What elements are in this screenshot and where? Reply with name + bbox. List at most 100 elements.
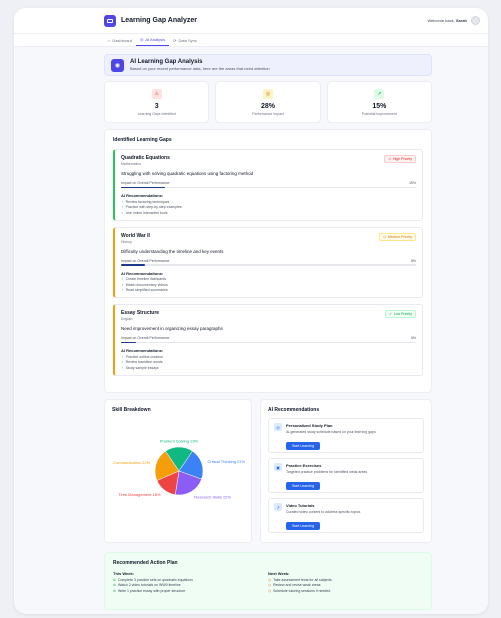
impact-bar-fill — [121, 186, 166, 188]
stat-card-gaps: ⚠ 3 Learning Gaps Identified — [104, 81, 210, 123]
impact-bar — [121, 264, 416, 266]
action-plan: Recommended Action Plan This Week: ⊘ Comp… — [104, 552, 432, 610]
recommendation-item: ♀ Review transition words — [121, 360, 163, 364]
impact-value: 5% — [410, 336, 416, 340]
next-week-column: Next Week: ◷ Take assessment tests for al… — [268, 571, 423, 593]
tab-label: Dashboard — [112, 38, 132, 43]
recommendation-item: ♀ Read simplified summaries — [121, 288, 168, 292]
lightbulb-icon: ♀ — [121, 354, 124, 359]
impact-bar-fill — [121, 264, 145, 266]
gap-description: Difficulty understanding the timeline an… — [121, 248, 224, 254]
section-title: Recommended Action Plan — [113, 560, 178, 566]
clock-icon: ◷ — [268, 583, 272, 587]
priority-badge: ◷ Medium Priority — [379, 232, 416, 241]
stat-value: 28% — [260, 102, 275, 110]
stat-card-impact: ◎ 28% Performance Impact — [215, 81, 321, 123]
gap-card[interactable]: Quadratic Equations Mathematics ⚠ High Pr… — [113, 149, 423, 221]
stat-value: 15% — [372, 102, 387, 110]
start-learning-button[interactable]: Start Learning — [286, 481, 320, 490]
gap-description: Need improvement in organizing essay par… — [121, 326, 223, 331]
stat-label: Potential Improvement — [361, 111, 397, 116]
pie-label: Critical Thinking 21% — [208, 459, 246, 464]
target-icon: ◎ — [274, 423, 282, 431]
brain-icon: ◉ — [111, 58, 124, 72]
user-name: Sarah — [455, 18, 467, 23]
plan-item: ⊘ Complete 3 practice sets on quadratic e… — [113, 577, 193, 582]
pie-label: Problem Solving 19% — [160, 439, 199, 444]
gap-card[interactable]: World War II History ◷ Medium Priority Di… — [113, 226, 423, 298]
lightbulb-icon: ♀ — [121, 199, 124, 204]
stat-label: Learning Gaps Identified — [137, 111, 176, 116]
book-icon: ▣ — [274, 463, 282, 471]
lightbulb-icon: ♀ — [121, 282, 124, 287]
app-title: Learning Gap Analyzer — [121, 17, 197, 24]
ai-recommendations-card: AI Recommendations ◎ Personalized Study … — [260, 399, 432, 543]
plan-item: ◷ Schedule tutoring sessions if needed — [268, 588, 331, 593]
avatar[interactable] — [471, 16, 480, 25]
recs-title: AI Recommendations: — [121, 270, 164, 276]
pie-label: Time Management 16% — [118, 492, 161, 497]
impact-label: Impact on Overall Performance — [121, 336, 170, 340]
app-window: Learning Gap Analyzer Welcome back, Sara… — [14, 8, 488, 614]
section-title: Identified Learning Gaps — [113, 137, 172, 143]
impact-label: Impact on Overall Performance — [121, 181, 170, 185]
stat-card-improvement: ↗ 15% Potential Improvement — [326, 81, 432, 123]
ai-rec-title: Video Tutorials — [286, 503, 315, 508]
ai-rec-card: ▣ Practice Exercises Targeted practice p… — [268, 458, 424, 493]
impact-bar-fill — [121, 341, 136, 343]
banner-subtitle: Based on your recent performance data, h… — [130, 66, 270, 71]
tab-ai-analysis[interactable]: ◎ AI Analysis — [136, 37, 170, 46]
gap-card[interactable]: Essay Structure English ✓ Low Priority Ne… — [113, 304, 423, 376]
lightbulb-icon: ♀ — [121, 288, 124, 292]
skill-pie-chart: Problem Solving 19% Critical Thinking 21%… — [113, 439, 246, 500]
tab-data-sync[interactable]: ⟳ Data Sync — [169, 38, 201, 46]
skill-breakdown-card: Skill Breakdown Problem Solving 19% Criti… — [104, 399, 252, 543]
recommendation-item: ♀ Use online interactive tools — [121, 210, 168, 215]
tab-label: Data Sync — [178, 38, 197, 43]
plan-item: ⊘ Watch 2 video tutorials on WWII timelin… — [113, 583, 181, 587]
clock-icon: ◷ — [268, 588, 272, 593]
ai-rec-card: ↗ Video Tutorials Curated video content … — [268, 498, 424, 533]
gap-description: Struggling with solving quadratic equati… — [121, 171, 254, 176]
lightbulb-icon: ♀ — [121, 210, 124, 215]
welcome-prefix: Welcome back, — [427, 18, 455, 23]
lightbulb-icon: ♀ — [121, 360, 124, 364]
priority-label: High Priority — [392, 157, 412, 161]
main-content: ◉ AI Learning Gap Analysis Based on your… — [104, 54, 432, 610]
plan-item: ◷ Review and revise weak areas — [268, 583, 321, 587]
ai-rec-description: Curated video content to address specifi… — [286, 509, 361, 514]
start-learning-button[interactable]: Start Learning — [286, 441, 320, 450]
lightbulb-icon: ♀ — [121, 277, 124, 281]
stat-label: Performance Impact — [252, 111, 284, 116]
priority-badge: ⚠ High Priority — [384, 155, 416, 163]
start-learning-button[interactable]: Start Learning — [286, 521, 320, 530]
gap-title: World War II — [121, 232, 150, 239]
plan-column-title: Next Week: — [268, 571, 290, 576]
app-logo-icon — [104, 14, 116, 27]
welcome-text: Welcome back, Sarah — [427, 18, 467, 23]
top-bar: Learning Gap Analyzer Welcome back, Sara… — [14, 8, 488, 34]
recs-title: AI Recommendations: — [121, 348, 164, 353]
lightbulb-icon: ♀ — [121, 205, 124, 209]
bottom-row: Skill Breakdown Problem Solving 19% Criti… — [104, 399, 432, 543]
impact-bar — [121, 186, 416, 188]
priority-label: Low Priority — [393, 312, 412, 316]
recommendation-item: ♀ Practice outline creation — [121, 354, 163, 359]
lightbulb-icon: ♀ — [121, 365, 124, 370]
clock-icon: ◷ — [268, 577, 272, 582]
ai-rec-title: Practice Exercises — [286, 463, 322, 468]
gap-subject: English — [121, 317, 133, 321]
ai-rec-title: Personalized Study Plan — [286, 423, 333, 428]
recommendation-item: ♀ Study sample essays — [121, 365, 159, 370]
tab-dashboard[interactable]: ⌂ Dashboard — [104, 38, 136, 46]
plan-item: ⊘ Write 1 practice essay with proper stru… — [113, 588, 186, 593]
this-week-column: This Week: ⊘ Complete 3 practice sets on … — [113, 571, 268, 593]
alert-triangle-icon: ⚠ — [151, 88, 162, 99]
clock-icon: ◷ — [383, 234, 387, 239]
sync-icon: ⟳ — [173, 38, 177, 43]
impact-value: 15% — [408, 181, 416, 185]
gap-title: Quadratic Equations — [121, 155, 170, 161]
trending-up-icon: ↗ — [274, 503, 282, 511]
check-circle-icon: ⊘ — [113, 577, 116, 582]
target-icon: ◎ — [262, 88, 273, 99]
